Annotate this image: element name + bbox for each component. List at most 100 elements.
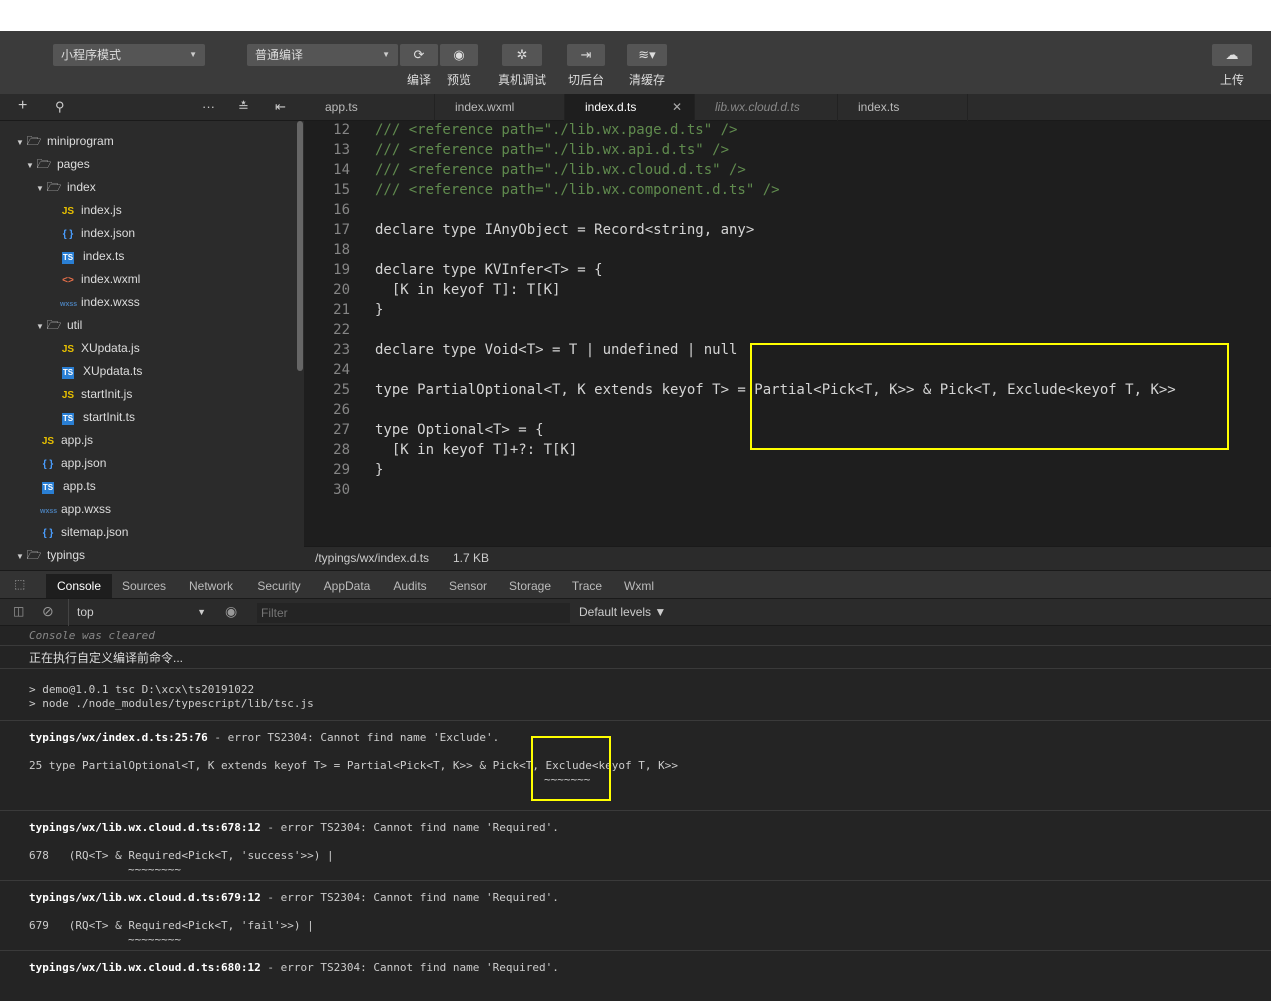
tree-file-xupdata-ts[interactable]: TS XUpdata.ts	[62, 360, 142, 383]
error-message: - error TS2304: Cannot find name 'Requir…	[260, 821, 559, 834]
console-separator	[0, 645, 1271, 646]
tab-security[interactable]: Security	[248, 574, 310, 599]
tree-file-index-js[interactable]: JS index.js	[60, 199, 122, 222]
tree-file-app-json[interactable]: { } app.json	[40, 452, 107, 475]
tree-label: index.wxss	[81, 295, 140, 309]
wxss-file-icon: wxss	[60, 301, 78, 308]
tab-lib-wx-cloud[interactable]: lib.wx.cloud.d.ts	[695, 94, 838, 121]
refresh-icon: ⟳	[413, 47, 425, 62]
line-number: 28	[333, 442, 350, 458]
tree-file-index-ts[interactable]: TS index.ts	[62, 245, 124, 268]
tree-label: pages	[57, 157, 90, 171]
tab-label: lib.wx.cloud.d.ts	[715, 100, 800, 114]
upload-label: 上传	[1219, 73, 1244, 87]
line-number: 14	[333, 162, 350, 178]
tab-sensor[interactable]: Sensor	[442, 574, 494, 599]
add-file-icon[interactable]: +	[18, 97, 27, 115]
tree-folder-pages[interactable]: ▼ 🗁 pages	[26, 153, 90, 176]
tree-folder-index[interactable]: ▼ 🗁 index	[36, 176, 96, 199]
tree-file-index-wxml[interactable]: <> index.wxml	[60, 268, 140, 291]
tree-file-sitemap-json[interactable]: { } sitemap.json	[40, 521, 129, 544]
console-code-excerpt: 679 (RQ<T> & Required<Pick<T, 'fail'>>) …	[29, 919, 314, 932]
clear-console-icon[interactable]: ⊘	[42, 603, 54, 620]
code-line: }	[375, 462, 384, 478]
levels-select[interactable]: Default levels ▼	[579, 605, 666, 619]
tab-console[interactable]: Console	[46, 574, 112, 599]
tree-folder-typings[interactable]: ▼ 🗁 typings	[16, 544, 85, 567]
toggle-panel-icon[interactable]: ⇤	[275, 99, 286, 115]
inspect-icon[interactable]: ⬚	[14, 577, 25, 591]
eye-icon[interactable]: ◉	[225, 603, 237, 620]
tab-network[interactable]: Network	[180, 574, 242, 599]
tree-file-xupdata-js[interactable]: JS XUpdata.js	[60, 337, 140, 360]
compile-button[interactable]: ⟳	[400, 44, 438, 66]
background-button[interactable]: ⇥	[567, 44, 605, 66]
tab-index-wxml[interactable]: index.wxml	[435, 94, 565, 121]
highlight-box	[531, 736, 611, 801]
search-icon[interactable]: ⚲	[55, 99, 65, 115]
tab-app-ts[interactable]: app.ts	[305, 94, 435, 121]
tab-index-d-ts[interactable]: index.d.ts ✕	[565, 94, 695, 121]
console-filter-input[interactable]	[257, 603, 570, 623]
tree-file-app-ts[interactable]: TS app.ts	[42, 475, 96, 498]
tree-label: startInit.js	[81, 387, 133, 401]
tab-wxml[interactable]: Wxml	[614, 574, 664, 599]
more-icon[interactable]: ···	[202, 99, 215, 114]
console-separator	[0, 880, 1271, 881]
clear-cache-button[interactable]: ≋▾	[627, 44, 667, 66]
tab-sources[interactable]: Sources	[114, 574, 174, 599]
tree-file-app-js[interactable]: JS app.js	[40, 429, 93, 452]
status-bar: /typings/wx/index.d.ts 1.7 KB	[304, 546, 1271, 570]
line-number: 21	[333, 302, 350, 318]
compile-select[interactable]: 普通编译 ▼	[247, 44, 398, 66]
code-line: [K in keyof T]: T[K]	[375, 282, 561, 298]
console-error: typings/wx/lib.wx.cloud.d.ts:680:12 - er…	[29, 961, 559, 974]
code-editor[interactable]: 12 13 14 15 16 17 18 19 20 21 22 23 24 2…	[304, 121, 1271, 546]
tab-index-ts[interactable]: index.ts	[838, 94, 968, 121]
mode-select[interactable]: 小程序模式 ▼	[53, 44, 205, 66]
chevron-down-icon: ▼	[382, 50, 390, 59]
eye-icon: ◉	[453, 47, 465, 62]
tab-label: index.d.ts	[585, 100, 637, 114]
compile-select-value: 普通编译	[255, 48, 304, 62]
file-size: 1.7 KB	[453, 551, 490, 565]
tree-file-index-wxss[interactable]: wxss index.wxss	[60, 291, 140, 314]
remote-debug-button[interactable]: ✲	[502, 44, 542, 66]
tree-file-startinit-ts[interactable]: TS startInit.ts	[62, 406, 135, 429]
error-message: - error TS2304: Cannot find name 'Exclud…	[207, 731, 500, 744]
ts-file-icon: TS	[62, 413, 74, 425]
error-location: typings/wx/lib.wx.cloud.d.ts:680:12	[29, 961, 261, 974]
context-value: top	[77, 605, 94, 619]
remote-debug-label: 真机调试	[497, 73, 546, 87]
tree-folder-util[interactable]: ▼ 🗁 util	[36, 314, 82, 337]
tab-label: index.ts	[858, 100, 900, 114]
json-file-icon: { }	[42, 459, 54, 470]
tree-file-index-json[interactable]: { } index.json	[60, 222, 135, 245]
tree-label: app.js	[61, 433, 94, 447]
sidebar-toggle-icon[interactable]: ◫	[13, 604, 24, 618]
chevron-down-icon: ▼	[197, 607, 206, 617]
tab-trace[interactable]: Trace	[566, 574, 608, 599]
close-icon[interactable]: ✕	[672, 94, 682, 121]
line-number: 20	[333, 282, 350, 298]
tree-file-startinit-js[interactable]: JS startInit.js	[60, 383, 132, 406]
preview-button[interactable]: ◉	[440, 44, 478, 66]
tab-storage[interactable]: Storage	[500, 574, 560, 599]
upload-button[interactable]: ☁	[1212, 44, 1252, 66]
tree-folder-miniprogram[interactable]: ▼ 🗁 miniprogram	[16, 130, 114, 153]
chevron-down-icon: ▼	[26, 161, 34, 170]
file-tree-scrollbar[interactable]	[297, 121, 303, 371]
line-number: 29	[333, 462, 350, 478]
ts-file-icon: TS	[42, 482, 54, 494]
tree-label: app.json	[61, 456, 107, 470]
background-label: 切后台	[567, 73, 604, 87]
collapse-icon[interactable]: ≛	[238, 99, 249, 115]
tab-audits[interactable]: Audits	[384, 574, 436, 599]
context-select[interactable]: top ▼	[68, 599, 212, 626]
tree-file-app-wxss[interactable]: wxss app.wxss	[40, 498, 111, 521]
tree-label: startInit.ts	[83, 410, 136, 424]
tree-label: sitemap.json	[61, 525, 129, 539]
tab-appdata[interactable]: AppData	[316, 574, 378, 599]
preview-label: 预览	[446, 73, 471, 87]
line-number: 27	[333, 422, 350, 438]
